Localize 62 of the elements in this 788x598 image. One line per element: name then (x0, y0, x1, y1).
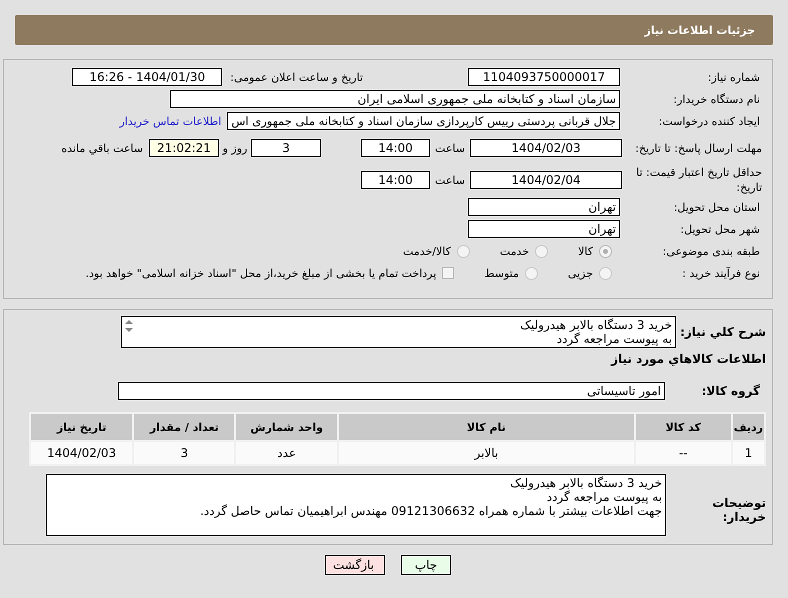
deadline-date-field[interactable]: 1404/02/03 (470, 139, 622, 157)
time-label: ساعت (434, 142, 466, 154)
column-header: تعداد / مقدار (133, 413, 236, 441)
radio-button[interactable] (524, 266, 538, 280)
radio-label: کالا (578, 244, 593, 258)
column-header: واحد شمارش (235, 413, 338, 441)
radio-label: متوسط (484, 266, 519, 280)
table-cell: بالابر (338, 441, 635, 465)
days-label: روز و (221, 142, 248, 154)
column-header: ردیف (732, 413, 765, 441)
radio-button[interactable] (535, 244, 548, 258)
contact-link[interactable]: اطلاعات تماس خریدار (119, 114, 222, 128)
column-header: کد کالا (634, 413, 732, 441)
field-label: نوع فرآیند خرید : (681, 266, 761, 280)
treasury-note: پرداخت تمام یا بخشی از مبلغ خرید،از محل "اسناد خزانه اسلامی" خواهد بود. (86, 266, 436, 280)
field-label: طبقه بندی موضوعی: (662, 244, 761, 258)
announce-date-field[interactable]: 1404/01/30 - 16:26 (72, 68, 222, 86)
radio-label: خدمت (500, 244, 530, 258)
field-label: استان محل تحویل: (672, 200, 761, 214)
province-field[interactable]: تهران (468, 198, 620, 216)
page-header: جزئیات اطلاعات نیاز (15, 15, 773, 45)
checkbox[interactable] (442, 267, 454, 279)
field-label: گروه کالا: (700, 384, 761, 398)
remaining-time-field[interactable]: 21:02:21 (149, 139, 219, 157)
field-label: شهر محل تحویل: (679, 222, 761, 236)
radio-button[interactable] (599, 244, 612, 258)
goods-group-field[interactable]: امور تاسیساتی (118, 382, 665, 400)
field-label: ایجاد کننده درخواست: (658, 114, 761, 128)
column-header: تاریخ نیاز (30, 413, 134, 441)
field-label: مهلت ارسال پاسخ: تا تاریخ: (634, 140, 762, 156)
validity-date-field[interactable]: 1404/02/04 (470, 171, 622, 189)
section-title: اطلاعات کالاهاي مورد نیاز (611, 352, 766, 366)
table-cell: 3 (133, 441, 236, 465)
remaining-label: ساعت باقي مانده (61, 142, 143, 154)
column-header: نام کالا (338, 413, 635, 441)
radio-button[interactable] (599, 266, 612, 280)
field-label: توضیحات خریدار: (711, 495, 766, 524)
buyer-org-field[interactable]: سازمان اسناد و کتابخانه ملی جمهوری اسلامی ایران (170, 90, 620, 108)
time-label: ساعت (434, 174, 466, 186)
radio-button[interactable] (456, 244, 470, 258)
field-label: نام دستگاه خریدار: (672, 92, 761, 106)
print-button[interactable]: چاپ (401, 555, 451, 575)
field-label: شماره نیاز: (706, 70, 761, 84)
days-field[interactable]: 3 (251, 139, 321, 157)
radio-label: کالا/خدمت (403, 244, 451, 258)
field-label: تاریخ و ساعت اعلان عمومی: (230, 70, 363, 84)
requester-field[interactable]: جلال قربانی پردستی رییس کارپردازی سازمان اسناد و کتابخانه ملی جمهوری اس (227, 112, 620, 130)
table-cell: عدد (235, 441, 338, 465)
table-cell: 1404/02/03 (30, 441, 134, 465)
deadline-time-field[interactable]: 14:00 (361, 139, 430, 157)
buyer-notes-box[interactable]: خرید 3 دستگاه بالابر هیدرولیک به پیوست مراجعه گردد جهت اطلاعات بیشتر با شماره همراه 09121306632 مهندس ابراهیمیان تماس حاصل گردد. (46, 474, 666, 536)
scroll-arrows-icon (124, 319, 134, 333)
back-button[interactable]: بازگشت (325, 555, 385, 575)
validity-time-field[interactable]: 14:00 (361, 171, 430, 189)
field-label: شرح کلي نیاز: (679, 325, 766, 339)
table-cell: 1 (732, 441, 765, 465)
field-label: حداقل تاریخ اعتبار قیمت: تا تاریخ: (635, 165, 762, 195)
need-number-field[interactable]: 1104093750000017 (468, 68, 620, 86)
radio-label: جزیی (568, 266, 593, 280)
table-cell: -- (634, 441, 732, 465)
description-box[interactable]: خرید 3 دستگاه بالابر هیدرولیک به پیوست مراجعه گردد (121, 316, 676, 348)
city-field[interactable]: تهران (468, 220, 620, 238)
